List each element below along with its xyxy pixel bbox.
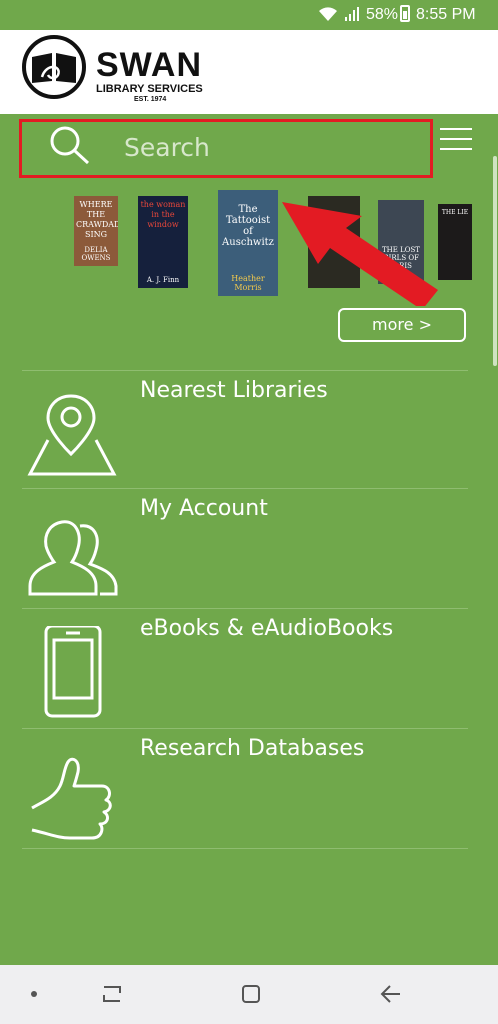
nav-dot-icon[interactable]: [31, 991, 37, 997]
more-button[interactable]: more >: [338, 308, 466, 342]
hamburger-menu-icon[interactable]: [440, 128, 472, 150]
menu-item-ebooks[interactable]: eBooks & eAudioBooks: [22, 608, 468, 728]
menu-item-my-account[interactable]: My Account: [22, 488, 468, 608]
recent-apps-icon[interactable]: [100, 983, 124, 1005]
menu-item-label: Research Databases: [140, 736, 365, 761]
divider: [22, 848, 468, 849]
divider: [22, 370, 468, 371]
battery-icon: [400, 5, 410, 22]
logo-est: EST. 1974: [134, 96, 167, 103]
scrollbar[interactable]: [493, 156, 497, 366]
signal-icon: [345, 7, 359, 21]
logo-subtitle: LIBRARY SERVICES: [96, 83, 203, 95]
users-icon: [28, 520, 118, 596]
swan-icon: [32, 53, 76, 83]
divider: [22, 488, 468, 489]
battery-percent: 58%: [366, 6, 399, 23]
home-icon[interactable]: [240, 983, 262, 1005]
status-bar: 58% 8:55 PM: [0, 0, 498, 30]
phone-icon: [44, 626, 102, 718]
search-input[interactable]: [122, 128, 416, 166]
android-nav-bar: [0, 965, 498, 1024]
clock: 8:55 PM: [416, 6, 476, 23]
book-carousel[interactable]: WHERE THE CRAWDADS SING DELIA OWENS the …: [0, 186, 498, 306]
red-arrow-annotation: [282, 202, 438, 306]
swan-logo[interactable]: [22, 35, 86, 99]
logo-name: SWAN: [96, 46, 202, 84]
menu-item-label: Nearest Libraries: [140, 378, 328, 403]
thumbs-up-icon: [31, 757, 112, 840]
divider: [22, 608, 468, 609]
wifi-icon: [319, 7, 337, 21]
app-header: SWAN LIBRARY SERVICES EST. 1974: [0, 30, 498, 114]
map-pin-icon: [27, 394, 117, 476]
back-icon[interactable]: [378, 983, 402, 1005]
search-icon[interactable]: [48, 124, 92, 166]
menu-item-label: My Account: [140, 496, 268, 521]
menu-item-label: eBooks & eAudioBooks: [140, 616, 394, 641]
menu-item-nearest-libraries[interactable]: Nearest Libraries: [22, 370, 468, 490]
menu-item-research-databases[interactable]: Research Databases: [22, 728, 468, 848]
divider: [22, 728, 468, 729]
